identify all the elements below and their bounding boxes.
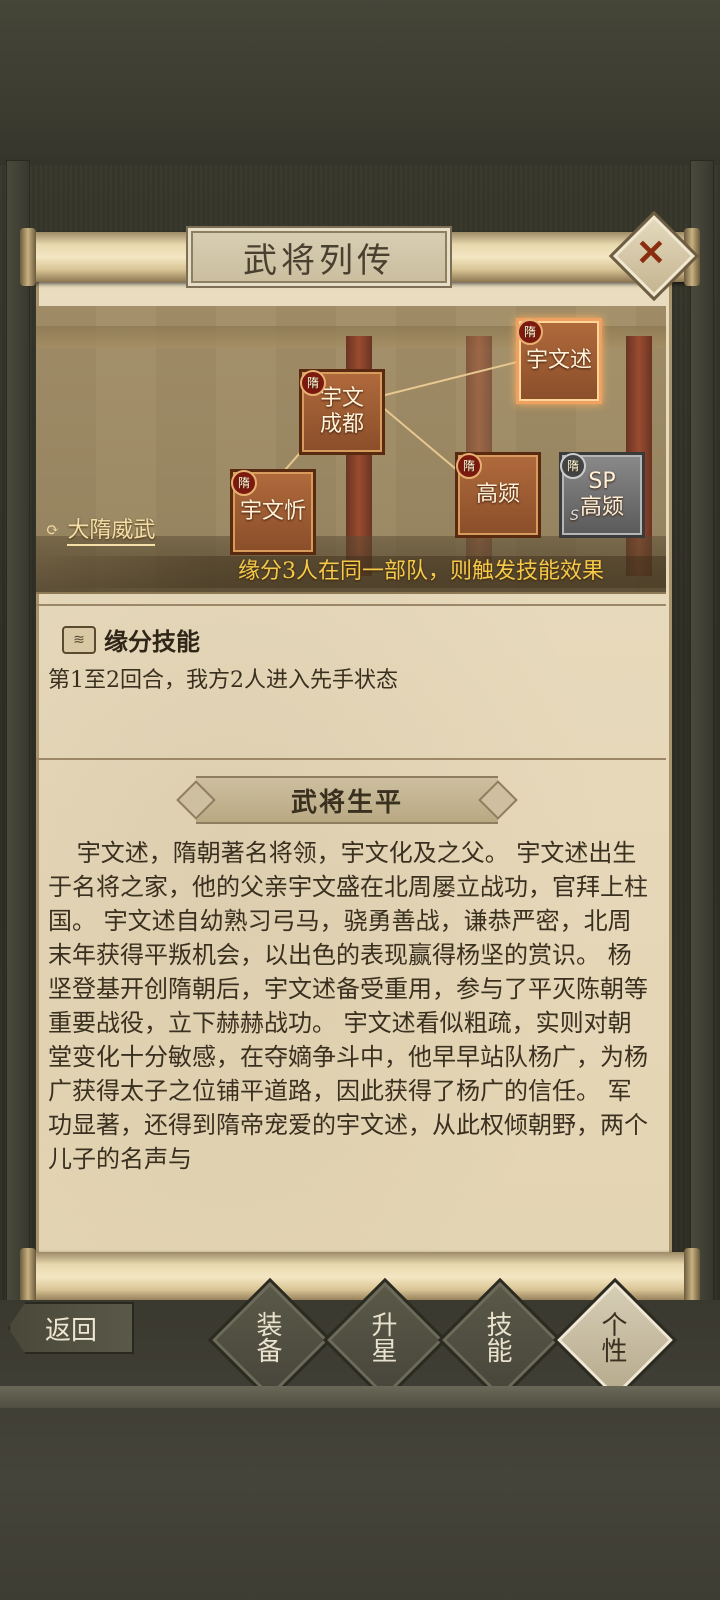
faction-badge: 隋	[456, 453, 482, 479]
skill-description: 第1至2回合，我方2人进入先手状态	[48, 668, 398, 693]
top-band	[0, 0, 720, 165]
bond-member-card[interactable]: 隋 SP 高颎 S	[559, 452, 645, 538]
back-button[interactable]: 返回	[8, 1302, 134, 1354]
frame-left-edge	[6, 160, 30, 1412]
faction-badge: 隋	[560, 453, 586, 479]
bond-member-card[interactable]: 隋 宇文忻	[230, 469, 316, 555]
bond-member-card[interactable]: 隋 高颎	[455, 452, 541, 538]
divider	[36, 758, 666, 760]
bond-name-link[interactable]: ⟳ 大隋威武	[46, 512, 156, 546]
faction-badge: 隋	[517, 319, 543, 345]
bond-condition: 缘分3人在同一部队，则触发技能效果	[36, 556, 666, 588]
scroll-icon: ≋	[62, 625, 96, 654]
frame-right-edge	[690, 160, 714, 1412]
tab-star-up[interactable]: 升星	[341, 1296, 423, 1378]
member-name: 宇文 成都	[319, 386, 364, 437]
biography-title-bar: 武将生平	[196, 776, 498, 824]
tab-personality[interactable]: 个性	[571, 1296, 653, 1378]
biography-title: 武将生平	[290, 787, 403, 818]
bond-name[interactable]: 大隋威武	[67, 512, 156, 546]
member-name: 宇文述	[525, 348, 592, 373]
skill-header: ≋ 缘分技能	[62, 622, 200, 657]
title-plate: 武将列传	[186, 226, 452, 288]
tab-equipment[interactable]: 装备	[226, 1296, 308, 1378]
tab-skills[interactable]: 技能	[456, 1296, 538, 1378]
bond-link-line	[380, 360, 522, 397]
page-title: 武将列传	[243, 240, 395, 281]
biography-text[interactable]: 宇文述，隋朝著名将领，宇文化及之父。 宇文述出生于名将之家，他的父亲宇文盛在北周…	[48, 836, 650, 1246]
member-name: SP 高颎	[579, 469, 624, 520]
scroll-roller-bottom	[20, 1248, 700, 1306]
member-name: 宇文忻	[239, 499, 306, 524]
bond-member-card[interactable]: 隋 宇文 成都	[299, 369, 385, 455]
faction-badge: 隋	[300, 370, 326, 396]
bottom-roller	[0, 1386, 720, 1408]
link-icon: ⟳	[46, 519, 60, 539]
close-icon[interactable]: ✕	[622, 224, 680, 282]
member-name: 高颎	[475, 482, 520, 507]
divider	[36, 604, 666, 606]
bond-member-card[interactable]: 隋 宇文述	[516, 318, 602, 404]
faction-badge: 隋	[231, 470, 257, 496]
skill-title: 缘分技能	[104, 627, 200, 656]
sp-mark-icon: S	[570, 508, 579, 524]
